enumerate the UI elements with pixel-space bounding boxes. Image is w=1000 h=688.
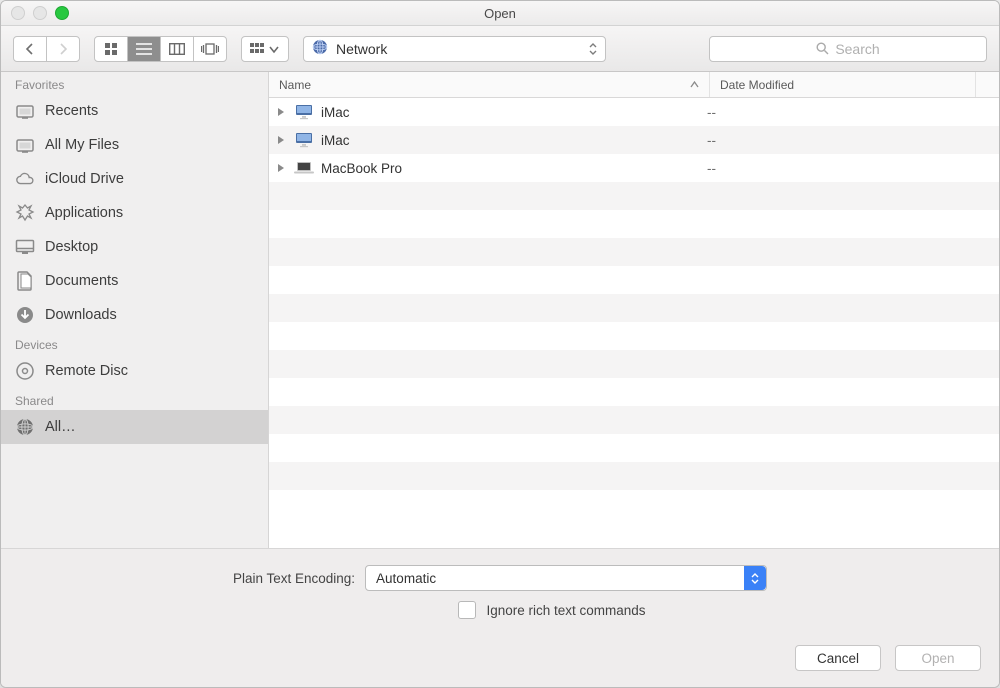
- sidebar-group-label: Devices: [1, 332, 268, 354]
- encoding-value: Automatic: [376, 571, 436, 586]
- empty-row: [269, 294, 999, 322]
- location-label: Network: [336, 41, 387, 57]
- empty-row: [269, 210, 999, 238]
- ignore-rich-text-label: Ignore rich text commands: [486, 603, 645, 618]
- file-date: --: [697, 105, 952, 120]
- arrange-segment: [241, 36, 289, 62]
- sidebar-item-label: Downloads: [45, 307, 117, 323]
- sidebar-item-all-[interactable]: All…: [1, 410, 268, 444]
- empty-row: [269, 182, 999, 210]
- empty-row: [269, 490, 999, 518]
- location-stepper-icon: [589, 42, 597, 56]
- sidebar-item-label: All…: [45, 419, 76, 435]
- sort-ascending-icon: [690, 79, 699, 91]
- nav-back-forward: [13, 36, 80, 62]
- sidebar-item-label: Remote Disc: [45, 363, 128, 379]
- search-field[interactable]: Search: [709, 36, 987, 62]
- recents-icon: [15, 101, 35, 121]
- arrange-button[interactable]: [242, 37, 288, 61]
- file-date: --: [697, 133, 952, 148]
- open-button[interactable]: Open: [895, 645, 981, 671]
- sidebar-item-documents[interactable]: Documents: [1, 264, 268, 298]
- sidebar-group-label: Favorites: [1, 72, 268, 94]
- forward-button[interactable]: [47, 37, 79, 61]
- disclosure-triangle-icon[interactable]: [269, 161, 293, 176]
- column-headers: Name Date Modified: [269, 72, 999, 98]
- window-title: Open: [1, 6, 999, 21]
- column-date-modified[interactable]: Date Modified: [710, 72, 976, 97]
- empty-row: [269, 266, 999, 294]
- view-icon-button[interactable]: [95, 37, 128, 61]
- sidebar: Favorites Recents All My Files iCloud Drive…: [1, 72, 269, 548]
- file-list: Name Date Modified iMac--iMac--MacBook P…: [269, 72, 999, 548]
- search-placeholder: Search: [835, 41, 879, 57]
- applications-icon: [15, 203, 35, 223]
- disclosure-triangle-icon[interactable]: [269, 105, 293, 120]
- encoding-label: Plain Text Encoding:: [233, 571, 355, 586]
- sidebar-item-remote-disc[interactable]: Remote Disc: [1, 354, 268, 388]
- select-stepper-icon: [744, 566, 766, 590]
- network-globe-icon: [312, 39, 328, 58]
- column-name[interactable]: Name: [269, 72, 710, 97]
- column-extra[interactable]: [976, 72, 999, 97]
- downloads-icon: [15, 305, 35, 325]
- icloud-icon: [15, 169, 35, 189]
- back-button[interactable]: [14, 37, 47, 61]
- sidebar-item-applications[interactable]: Applications: [1, 196, 268, 230]
- sidebar-item-label: All My Files: [45, 137, 119, 153]
- empty-row: [269, 238, 999, 266]
- view-columns-button[interactable]: [161, 37, 194, 61]
- open-dialog: Open: [0, 0, 1000, 688]
- empty-row: [269, 462, 999, 490]
- imac-icon: [293, 103, 315, 121]
- disclosure-triangle-icon[interactable]: [269, 133, 293, 148]
- sidebar-item-label: Documents: [45, 273, 118, 289]
- sidebar-item-recents[interactable]: Recents: [1, 94, 268, 128]
- empty-row: [269, 406, 999, 434]
- sidebar-item-icloud-drive[interactable]: iCloud Drive: [1, 162, 268, 196]
- desktop-icon: [15, 237, 35, 257]
- sidebar-item-label: Desktop: [45, 239, 98, 255]
- encoding-select[interactable]: Automatic: [365, 565, 767, 591]
- remote-disc-icon: [15, 361, 35, 381]
- file-name: MacBook Pro: [321, 161, 697, 176]
- documents-icon: [15, 271, 35, 291]
- file-row[interactable]: iMac--: [269, 126, 999, 154]
- empty-row: [269, 378, 999, 406]
- file-row[interactable]: iMac--: [269, 98, 999, 126]
- empty-row: [269, 434, 999, 462]
- file-name: iMac: [321, 105, 697, 120]
- empty-row: [269, 322, 999, 350]
- sidebar-group-label: Shared: [1, 388, 268, 410]
- view-list-button[interactable]: [128, 37, 161, 61]
- file-row[interactable]: MacBook Pro--: [269, 154, 999, 182]
- view-coverflow-button[interactable]: [194, 37, 226, 61]
- macbook-icon: [293, 159, 315, 177]
- sidebar-item-label: Applications: [45, 205, 123, 221]
- options-panel: Plain Text Encoding: Automatic Ignore ri…: [1, 548, 999, 687]
- titlebar: Open: [1, 1, 999, 26]
- empty-row: [269, 350, 999, 378]
- search-icon: [816, 42, 829, 55]
- file-date: --: [697, 161, 952, 176]
- all-files-icon: [15, 135, 35, 155]
- sidebar-item-downloads[interactable]: Downloads: [1, 298, 268, 332]
- toolbar: Network Search: [1, 26, 999, 72]
- imac-icon: [293, 131, 315, 149]
- network-icon: [15, 417, 35, 437]
- ignore-rich-text-checkbox[interactable]: [458, 601, 476, 619]
- sidebar-item-label: iCloud Drive: [45, 171, 124, 187]
- sidebar-item-all-my-files[interactable]: All My Files: [1, 128, 268, 162]
- cancel-button[interactable]: Cancel: [795, 645, 881, 671]
- location-popup[interactable]: Network: [303, 36, 606, 62]
- file-name: iMac: [321, 133, 697, 148]
- sidebar-item-label: Recents: [45, 103, 98, 119]
- sidebar-item-desktop[interactable]: Desktop: [1, 230, 268, 264]
- view-mode-segment: [94, 36, 227, 62]
